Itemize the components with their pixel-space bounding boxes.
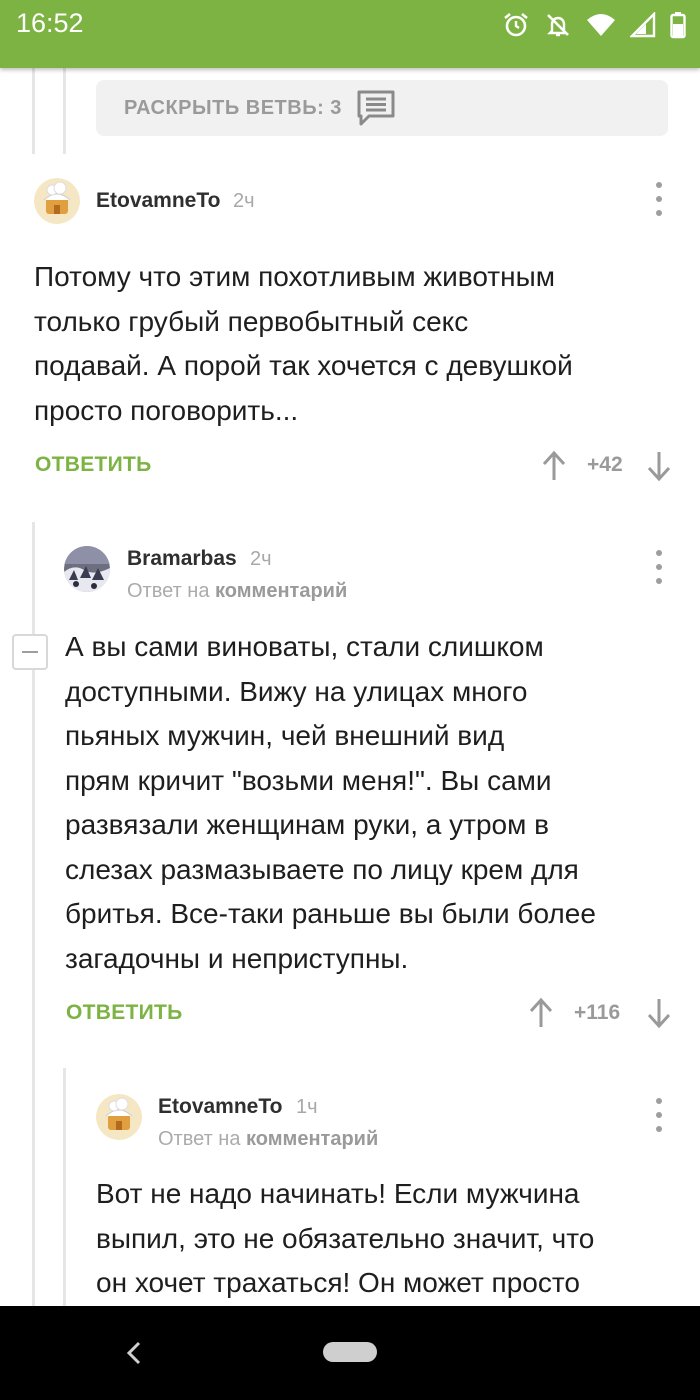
- upvote-icon[interactable]: [541, 450, 567, 482]
- reply-to-label: Ответ на комментарий: [127, 580, 347, 603]
- comment-text: А вы сами виноваты, стали слишком доступ…: [65, 625, 596, 981]
- more-options-button[interactable]: [649, 182, 669, 216]
- downvote-icon[interactable]: [646, 450, 672, 482]
- comment-time: 2ч: [250, 548, 272, 570]
- comment-text-line: А вы сами виноваты, стали слишком: [65, 631, 544, 662]
- avatar[interactable]: [64, 546, 110, 592]
- thread-line: [63, 68, 66, 154]
- collapse-thread-button[interactable]: [12, 634, 48, 670]
- comment-username[interactable]: Bramarbas: [127, 547, 237, 571]
- avatar[interactable]: [34, 178, 80, 224]
- system-nav-bar: [0, 1306, 700, 1400]
- status-time: 16:52: [16, 8, 84, 38]
- comment-text-line: подавай. А порой так хочется с девушкой: [34, 350, 573, 381]
- notifications-off-icon: [547, 14, 569, 37]
- battery-icon: [670, 12, 686, 39]
- status-bar: 16:52: [0, 0, 700, 68]
- reply-button[interactable]: ОТВЕТИТЬ: [66, 1001, 183, 1025]
- thread-line: [32, 68, 35, 154]
- reply-to-prefix: Ответ на: [127, 580, 210, 602]
- comment-text-line: загадочны и неприступны.: [65, 942, 409, 974]
- comment-username[interactable]: EtovamneTo: [96, 189, 220, 213]
- home-pill-button[interactable]: [323, 1342, 377, 1362]
- back-icon[interactable]: [124, 1339, 144, 1367]
- comment-text-line: прям кричит "возьми меня!". Вы сами: [65, 764, 552, 796]
- avatar[interactable]: [96, 1094, 142, 1140]
- comment-time: 1ч: [296, 1096, 318, 1118]
- comment-text: Потому что этим похотливым животным толь…: [34, 255, 573, 433]
- comment-time: 2ч: [233, 190, 255, 212]
- comment-text-line: только грубый первобытный секс: [34, 305, 469, 337]
- upvote-icon[interactable]: [528, 997, 554, 1029]
- comment-text-line: пьяных мужчин, чей внешний вид: [65, 720, 505, 751]
- reply-to-link[interactable]: комментарий: [215, 580, 347, 602]
- alarm-icon: [504, 12, 528, 37]
- reply-button[interactable]: ОТВЕТИТЬ: [35, 453, 152, 477]
- expand-thread-button[interactable]: РАСКРЫТЬ ВЕТВЬ: 3: [96, 80, 668, 136]
- thread-line[interactable]: [63, 1068, 66, 1306]
- comment-text-line: слезах размазываете по лицу крем для: [65, 853, 579, 885]
- comments-feed[interactable]: РАСКРЫТЬ ВЕТВЬ: 3 EtovamneTo 2ч Потому ч…: [0, 68, 700, 1306]
- comment-text-line: он хочет трахаться! Он может просто: [96, 1267, 580, 1298]
- more-options-button[interactable]: [649, 1098, 669, 1132]
- comment-text-line: выпил, это не обязательно значит, что: [96, 1222, 595, 1254]
- comment-text-line: доступными. Вижу на улицах много: [65, 675, 528, 707]
- comment-score: +116: [574, 1001, 621, 1024]
- more-options-button[interactable]: [649, 550, 669, 584]
- comment-username[interactable]: EtovamneTo: [158, 1095, 282, 1119]
- comment-text-line: бритья. Все-таки раньше вы были более: [65, 898, 596, 929]
- comment-score: +42: [587, 453, 623, 476]
- comment-text-line: просто поговорить...: [34, 394, 299, 426]
- comment-icon: [357, 90, 395, 126]
- expand-thread-label: РАСКРЫТЬ ВЕТВЬ: 3: [124, 96, 342, 119]
- comment-text-line: Вот не надо начинать! Если мужчина: [96, 1178, 580, 1209]
- signal-icon: [630, 12, 656, 38]
- reply-to-link[interactable]: комментарий: [246, 1128, 378, 1150]
- comment-text-line: Потому что этим похотливым животным: [34, 261, 555, 292]
- wifi-icon: [587, 14, 615, 36]
- downvote-icon[interactable]: [646, 997, 672, 1029]
- comment-text-line: развязали женщинам руки, а утром в: [65, 809, 549, 840]
- reply-to-label: Ответ на комментарий: [158, 1128, 378, 1151]
- reply-to-prefix: Ответ на: [158, 1128, 241, 1150]
- comment-text: Вот не надо начинать! Если мужчина выпил…: [96, 1172, 594, 1306]
- status-icons: [502, 10, 686, 40]
